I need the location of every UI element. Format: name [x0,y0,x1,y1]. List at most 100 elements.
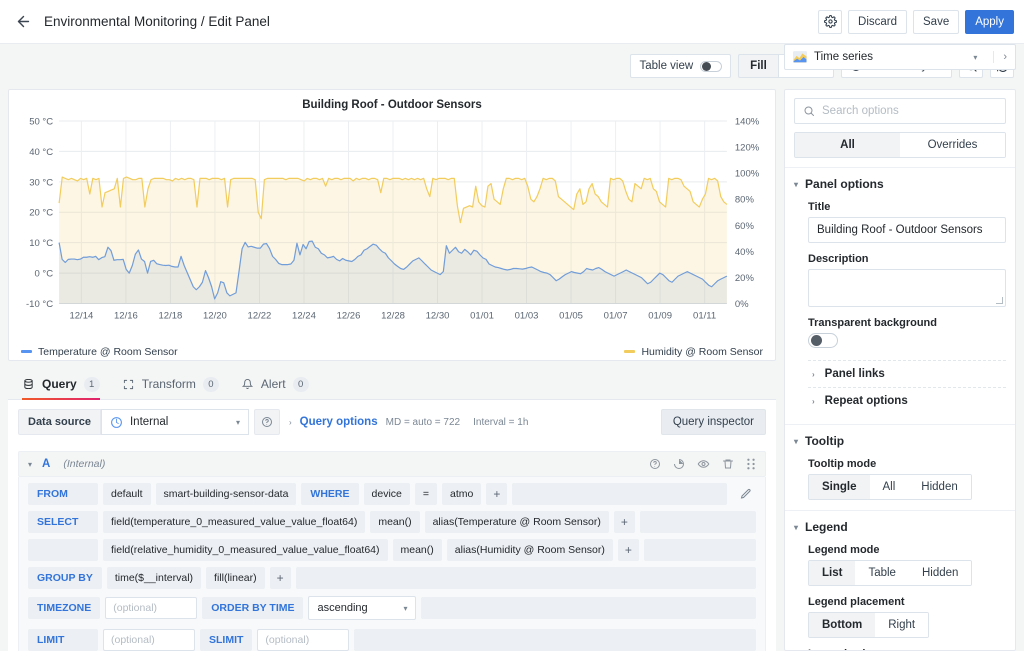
tab-transform-badge: 0 [203,377,219,392]
svg-text:100%: 100% [735,169,760,180]
options-search-input[interactable]: Search options [794,98,1006,124]
chevron-down-icon[interactable]: ▾ [973,53,977,62]
tooltip-mode-single[interactable]: Single [809,475,870,499]
svg-text:01/01: 01/01 [470,311,494,322]
panel-links-label: Panel links [825,368,885,380]
select-add-humidity[interactable]: + [618,539,639,561]
legend-item-temperature[interactable]: Temperature @ Room Sensor [21,346,178,358]
time-series-chart[interactable]: 50 °C40 °C30 °C20 °C10 °C0 °C-10 °C140%1… [13,115,771,344]
from-key[interactable]: FROM [28,483,98,505]
tooltip-title: Tooltip [805,434,844,448]
chevron-down-icon[interactable]: ▾ [28,460,32,469]
header-actions: Discard Save Apply [818,10,1014,34]
select-aggregate-humidity[interactable]: mean() [393,539,442,561]
tooltip-mode-all[interactable]: All [870,475,909,499]
group-by-fill[interactable]: fill(linear) [206,567,265,589]
legend-placement-bottom[interactable]: Bottom [809,613,875,637]
limit-input[interactable]: (optional) [103,629,195,651]
from-policy[interactable]: default [103,483,151,505]
trash-icon[interactable] [722,458,734,470]
query-options-label[interactable]: Query options [300,416,378,428]
legend-mode-list[interactable]: List [809,561,855,585]
panel-title-input[interactable]: Building Roof - Outdoor Sensors [808,217,1006,243]
fill-button[interactable]: Fill [738,54,779,78]
eye-icon[interactable] [697,458,710,470]
transparent-background-toggle[interactable] [808,333,838,348]
legend-label-humidity: Humidity @ Room Sensor [641,346,763,358]
visualization-name: Time series [814,51,873,63]
chart-area[interactable]: 50 °C40 °C30 °C20 °C10 °C0 °C-10 °C140%1… [9,115,775,344]
options-scroll[interactable]: ▾ Panel options Title Building Roof - Ou… [785,167,1015,650]
query-options[interactable]: › Query options MD = auto = 722 Interval… [289,416,661,428]
select-aggregate-temperature[interactable]: mean() [370,511,419,533]
repeat-options-section[interactable]: › Repeat options [808,387,1006,414]
data-source-help-button[interactable] [254,409,280,435]
tooltip-mode-hidden[interactable]: Hidden [908,475,970,499]
back-button[interactable] [10,9,36,35]
panel-settings-button[interactable] [818,10,842,34]
tab-transform[interactable]: Transform 0 [122,369,219,399]
query-options-md: MD = auto = 722 [386,417,461,428]
group-by-add[interactable]: + [270,567,291,589]
group-by-time[interactable]: time($__interval) [107,567,201,589]
table-view-toggle[interactable]: Table view [630,54,731,78]
duplicate-icon[interactable] [673,458,685,470]
tab-alert[interactable]: Alert 0 [241,369,309,399]
visualization-picker[interactable]: Time series ▾ › [784,44,1016,70]
svg-text:01/11: 01/11 [693,311,716,322]
select-field-temperature[interactable]: field(temperature_0_measured_value_value… [103,511,365,533]
svg-text:01/03: 01/03 [515,311,539,322]
query-line-select-2: field(relative_humidity_0_measured_value… [19,538,765,562]
drag-handle-icon[interactable] [746,458,756,470]
order-by-time-select[interactable]: ascending ▾ [308,596,416,620]
select-alias-temperature[interactable]: alias(Temperature @ Room Sensor) [425,511,609,533]
tab-query[interactable]: Query 1 [22,369,100,399]
legend-item-humidity[interactable]: Humidity @ Room Sensor [624,346,763,358]
legend-mode-label: Legend mode [808,544,1006,556]
select-add-temperature[interactable]: + [614,511,635,533]
query-line-timezone: TIMEZONE (optional) ORDER BY TIME ascend… [19,594,765,622]
help-circle-icon[interactable] [649,458,661,470]
legend-header[interactable]: ▾ Legend [794,520,1006,534]
slimit-key: SLIMIT [200,629,252,651]
query-inspector-button[interactable]: Query inspector [661,409,766,435]
group-by-key[interactable]: GROUP BY [28,567,102,589]
legend-placement-right[interactable]: Right [875,613,928,637]
legend-mode-table[interactable]: Table [855,561,909,585]
apply-button[interactable]: Apply [965,10,1014,34]
chevron-right-icon[interactable]: › [993,51,1007,63]
save-button[interactable]: Save [913,10,959,34]
from-measurement[interactable]: smart-building-sensor-data [156,483,297,505]
options-tabs: All Overrides [794,132,1006,158]
options-tab-all[interactable]: All [795,133,900,157]
table-view-switch[interactable] [700,61,722,72]
legend-mode-hidden[interactable]: Hidden [909,561,971,585]
panel-options-header[interactable]: ▾ Panel options [794,177,1006,191]
table-view-knob [702,62,711,71]
timezone-input[interactable]: (optional) [105,597,197,619]
edit-panel-page: Environmental Monitoring / Edit Panel Di… [0,0,1024,651]
where-add-button[interactable]: + [486,483,507,505]
discard-button[interactable]: Discard [848,10,907,34]
where-field[interactable]: device [364,483,410,505]
legend-swatch-temperature [21,350,32,353]
chevron-right-icon: › [289,418,292,427]
select-alias-humidity[interactable]: alias(Humidity @ Room Sensor) [447,539,613,561]
svg-text:50 °C: 50 °C [29,117,53,128]
query-ref-id[interactable]: A [42,458,50,470]
panel-options-title: Panel options [805,177,884,191]
select-field-humidity[interactable]: field(relative_humidity_0_measured_value… [103,539,388,561]
options-pane: Search options All Overrides ▾ Panel opt… [784,89,1016,651]
edit-pencil-icon[interactable] [736,484,756,504]
slimit-input[interactable]: (optional) [257,629,349,651]
query-options-interval: Interval = 1h [473,417,528,428]
select-key[interactable]: SELECT [28,511,98,533]
where-value[interactable]: atmo [442,483,481,505]
where-operator[interactable]: = [415,483,437,505]
panel-description-textarea[interactable] [808,269,1006,307]
data-source-select[interactable]: Internal ▾ [101,409,249,435]
where-key[interactable]: WHERE [301,483,358,505]
tooltip-header[interactable]: ▾ Tooltip [794,434,1006,448]
panel-links-section[interactable]: › Panel links [808,360,1006,387]
options-tab-overrides[interactable]: Overrides [900,133,1005,157]
